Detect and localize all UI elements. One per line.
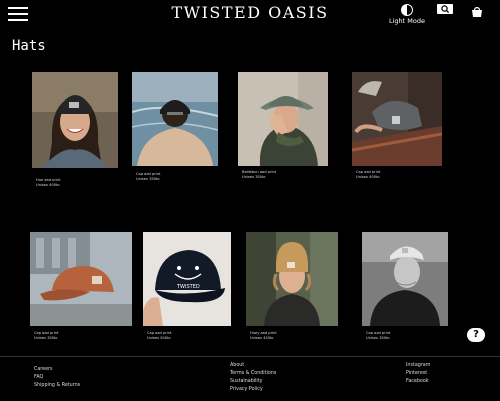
product-card[interactable]: Huey aad print Unisex 450kr. <box>246 232 338 347</box>
product-name: Huey aad print <box>250 331 277 335</box>
product-name: Cap aad print <box>366 331 391 335</box>
page-title: Hats <box>12 38 46 54</box>
product-card[interactable]: Cap aad print Unisex 350kr. <box>132 72 218 192</box>
product-image[interactable] <box>352 72 442 166</box>
theme-toggle-icon <box>401 4 413 16</box>
footer-link-faq[interactable]: FAQ <box>34 375 43 380</box>
product-name: Cap aad print <box>147 331 172 335</box>
product-price: Unisex 400kr. <box>36 183 61 187</box>
product-name: Hue ead print <box>36 178 61 182</box>
product-card[interactable]: Balliebun aad print Unisex 350kr. <box>238 72 328 192</box>
search-icon <box>441 5 450 14</box>
footer-link-terms[interactable]: Terms & Conditions <box>230 371 276 376</box>
product-name: Balliebun aad print <box>242 170 277 174</box>
product-card[interactable]: TWISTED Cap aad print Unisex 500kr. <box>143 232 231 347</box>
footer-link-about[interactable]: About <box>230 363 244 368</box>
product-price: Unisex 350kr. <box>366 336 391 340</box>
product-card[interactable]: Cap aad print Unisex 350kr. <box>362 232 448 347</box>
product-name: Cap aad print <box>34 331 59 335</box>
footer-link-sustainability[interactable]: Sustainability <box>230 379 262 384</box>
product-image[interactable] <box>30 232 132 326</box>
footer-link-shipping-returns[interactable]: Shipping & Returns <box>34 383 80 388</box>
cart-icon <box>472 7 482 17</box>
light-mode-toggle[interactable]: Light Mode <box>384 4 430 25</box>
product-image[interactable] <box>362 232 448 326</box>
footer-link-pinterest[interactable]: Pinterest <box>406 371 427 376</box>
product-price: Unisex 500kr. <box>147 336 172 340</box>
product-card[interactable]: Cap aad print Unisex 400kr. <box>352 72 442 192</box>
product-price: Unisex 350kr. <box>34 336 59 340</box>
product-image[interactable] <box>32 72 118 168</box>
product-price: Unisex 350kr. <box>136 177 161 181</box>
search-button[interactable] <box>437 4 453 14</box>
help-button[interactable]: ? <box>467 328 485 342</box>
cart-button[interactable] <box>470 3 484 17</box>
footer-link-facebook[interactable]: Facebook <box>406 379 429 384</box>
product-image[interactable] <box>246 232 338 326</box>
product-image[interactable] <box>238 72 328 166</box>
light-mode-label: Light Mode <box>389 17 425 25</box>
footer-link-privacy[interactable]: Privacy Policy <box>230 387 263 392</box>
product-price: Unisex 350kr. <box>242 175 267 179</box>
header: TWISTED OASIS Light Mode <box>0 0 500 28</box>
product-price: Unisex 450kr. <box>250 336 275 340</box>
footer-link-instagram[interactable]: Instagram <box>406 363 430 368</box>
product-price: Unisex 400kr. <box>356 175 381 179</box>
footer-link-careers[interactable]: Careers <box>34 367 53 372</box>
footer: Careers FAQ Shipping & Returns About Ter… <box>0 356 500 401</box>
product-image[interactable]: TWISTED <box>143 232 231 326</box>
product-card[interactable]: Hue ead print Unisex 400kr. <box>32 72 118 192</box>
product-image[interactable] <box>132 72 218 166</box>
product-name: Cap aad print <box>356 170 381 174</box>
product-name: Cap aad print <box>136 172 161 176</box>
svg-text:TWISTED: TWISTED <box>176 284 200 290</box>
product-card[interactable]: Cap aad print Unisex 350kr. <box>30 232 132 347</box>
